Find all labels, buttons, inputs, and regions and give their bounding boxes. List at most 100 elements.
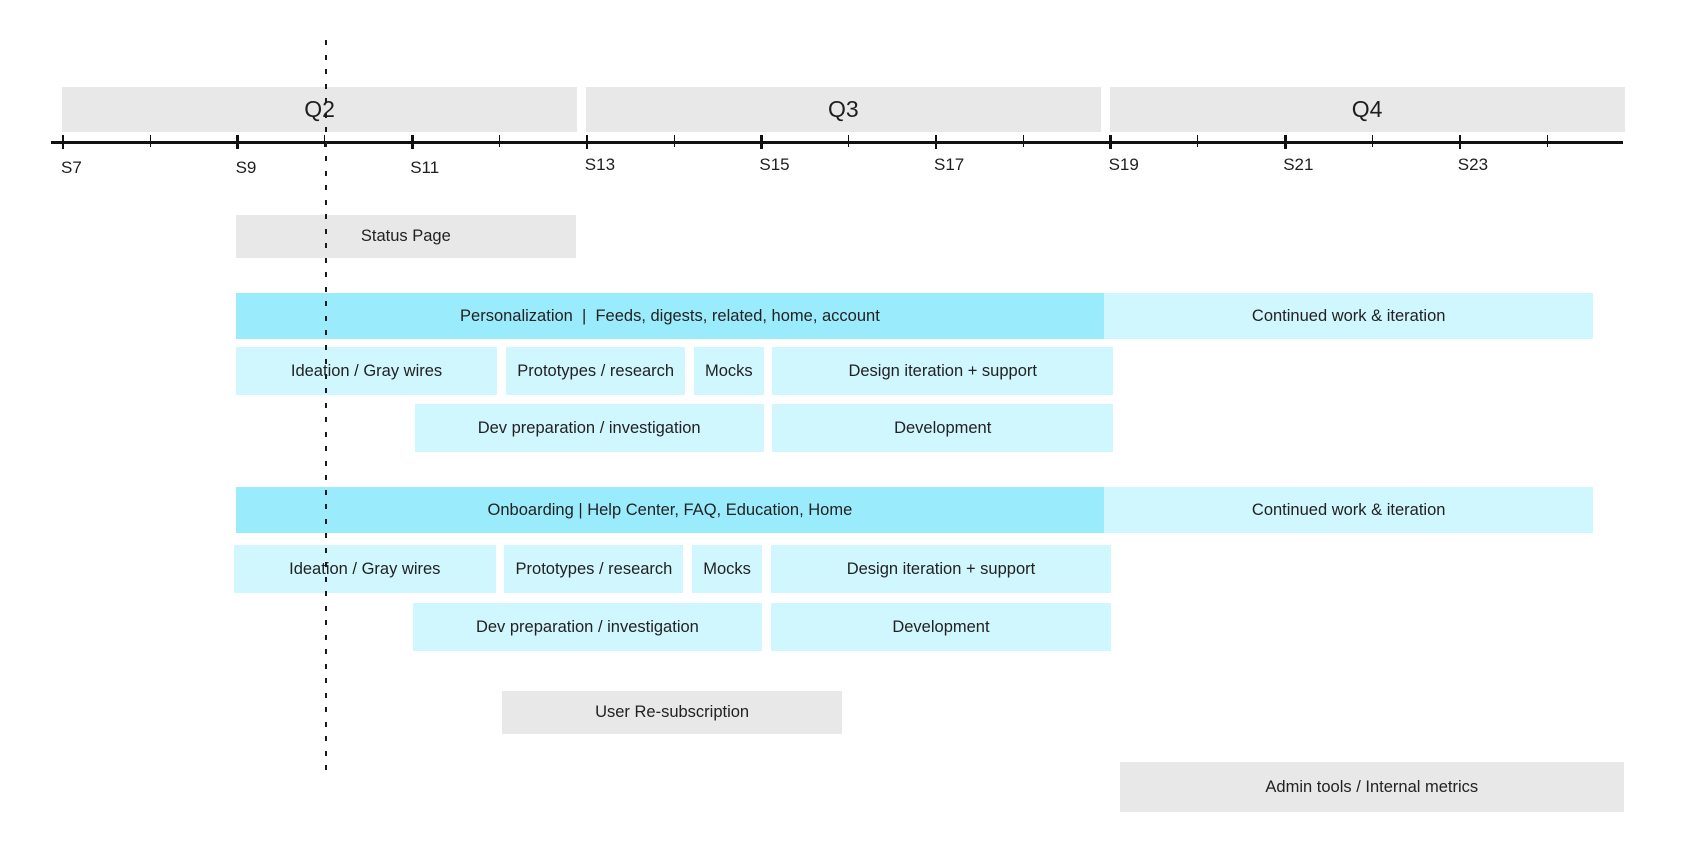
today-marker-dot bbox=[324, 315, 328, 321]
sprint-tick-s12 bbox=[498, 135, 501, 147]
today-marker-dot bbox=[324, 214, 328, 219]
task-user-resubscription[interactable]: User Re-subscription bbox=[501, 691, 843, 734]
today-marker-dot bbox=[324, 721, 328, 727]
task-p-ideation[interactable]: Ideation / Gray wires bbox=[235, 347, 498, 395]
task-label: Mocks bbox=[703, 559, 751, 578]
sprint-tick-s9 bbox=[236, 135, 239, 149]
quarter-q3: Q3 bbox=[585, 87, 1101, 132]
today-marker-dot bbox=[324, 504, 328, 509]
sprint-tick-s21 bbox=[1284, 135, 1287, 149]
today-marker-dot bbox=[324, 707, 328, 712]
task-p-mocks[interactable]: Mocks bbox=[693, 347, 764, 395]
today-marker-dot bbox=[324, 663, 328, 669]
sprint-tick-s22 bbox=[1371, 135, 1374, 147]
today-marker-dot bbox=[324, 330, 328, 335]
today-marker-dot bbox=[324, 141, 328, 147]
task-label: Ideation / Gray wires bbox=[289, 559, 441, 578]
today-marker-dot bbox=[324, 40, 328, 45]
sprint-label-s21: S21 bbox=[1283, 155, 1314, 174]
sprint-tick-s11 bbox=[411, 135, 414, 149]
task-label: Dev preparation / investigation bbox=[477, 418, 701, 437]
task-o-design-iteration[interactable]: Design iteration + support bbox=[770, 545, 1112, 593]
today-marker-dot bbox=[324, 736, 328, 741]
today-marker-dot bbox=[324, 547, 328, 553]
task-label: Design iteration + support bbox=[846, 559, 1036, 578]
today-marker-dot bbox=[324, 301, 328, 306]
sprint-tick-s13 bbox=[585, 135, 589, 149]
today-marker-dot bbox=[324, 765, 328, 770]
today-marker-dot bbox=[324, 460, 328, 466]
today-marker-dot bbox=[324, 562, 328, 567]
sprint-label-s17: S17 bbox=[934, 155, 965, 174]
task-label: Admin tools / Internal metrics bbox=[1265, 777, 1479, 796]
sprint-label-s9: S9 bbox=[235, 158, 257, 177]
today-marker-dot bbox=[324, 156, 328, 161]
sprint-label-s13: S13 bbox=[584, 155, 616, 174]
task-label: Continued work & iteration bbox=[1251, 306, 1446, 325]
task-admin-tools[interactable]: Admin tools / Internal metrics bbox=[1119, 762, 1624, 812]
today-marker-dot bbox=[324, 678, 328, 683]
task-personalization-continued[interactable]: Continued work & iteration bbox=[1104, 293, 1594, 339]
today-marker-dot bbox=[324, 750, 328, 756]
today-marker-dot bbox=[324, 54, 328, 60]
sprint-tick-s17 bbox=[934, 135, 938, 149]
today-marker-dot bbox=[324, 605, 328, 611]
task-o-dev-prep[interactable]: Dev preparation / investigation bbox=[412, 603, 762, 651]
task-label: Dev preparation / investigation bbox=[475, 617, 699, 636]
task-onboarding-epic[interactable]: Onboarding | Help Center, FAQ, Education… bbox=[235, 487, 1105, 533]
quarter-q4: Q4 bbox=[1109, 87, 1625, 132]
sprint-label-s11: S11 bbox=[410, 158, 440, 177]
today-marker-dot bbox=[324, 402, 328, 408]
today-marker-dot bbox=[324, 591, 328, 596]
today-marker-dot bbox=[324, 649, 328, 654]
sprint-label-s7: S7 bbox=[61, 158, 82, 177]
task-o-mocks[interactable]: Mocks bbox=[692, 545, 762, 593]
today-marker-dot bbox=[324, 634, 328, 640]
quarter-q2: Q2 bbox=[62, 87, 578, 132]
today-marker-dot bbox=[324, 518, 328, 524]
today-marker-dot bbox=[324, 388, 328, 393]
sprint-tick-s24 bbox=[1546, 135, 1548, 147]
today-marker-dot bbox=[324, 127, 328, 132]
task-p-dev-prep[interactable]: Dev preparation / investigation bbox=[414, 404, 764, 452]
today-marker-dot bbox=[324, 286, 328, 292]
sprint-tick-s8 bbox=[149, 135, 151, 147]
task-p-prototypes[interactable]: Prototypes / research bbox=[506, 347, 686, 395]
task-label: Development bbox=[892, 617, 990, 636]
today-marker-dot bbox=[324, 69, 328, 74]
task-label: Prototypes / research bbox=[515, 559, 673, 578]
sprint-tick-s15 bbox=[760, 135, 763, 149]
task-label: User Re-subscription bbox=[595, 703, 750, 721]
today-marker-dot bbox=[324, 344, 328, 350]
task-label: Mocks bbox=[705, 361, 753, 380]
task-onboarding-continued[interactable]: Continued work & iteration bbox=[1104, 487, 1594, 533]
sprint-tick-s20 bbox=[1197, 135, 1199, 147]
task-label: Onboarding | Help Center, FAQ, Education… bbox=[487, 500, 853, 519]
sprint-label-s23: S23 bbox=[1457, 155, 1489, 174]
task-o-development[interactable]: Development bbox=[770, 603, 1112, 651]
today-marker-dot bbox=[324, 489, 328, 495]
task-p-design-iteration[interactable]: Design iteration + support bbox=[772, 347, 1113, 395]
today-marker-dot bbox=[324, 185, 328, 190]
today-marker-dot bbox=[324, 620, 328, 625]
today-marker-dot bbox=[324, 576, 328, 582]
task-label: Ideation / Gray wires bbox=[290, 361, 443, 380]
task-p-development[interactable]: Development bbox=[772, 404, 1113, 452]
today-marker-dot bbox=[324, 692, 328, 698]
today-marker-dot bbox=[324, 373, 328, 379]
sprint-tick-s7 bbox=[61, 135, 65, 149]
today-marker-dot bbox=[324, 83, 328, 89]
timeline-axis bbox=[51, 141, 1623, 144]
today-marker-dot bbox=[324, 359, 328, 364]
today-marker-dot bbox=[324, 446, 328, 451]
task-status-page[interactable]: Status Page bbox=[235, 215, 577, 258]
task-label: Development bbox=[894, 418, 992, 437]
today-marker-dot bbox=[324, 98, 328, 103]
task-label: Status Page bbox=[360, 227, 451, 245]
task-label: Design iteration + support bbox=[848, 361, 1037, 380]
task-o-ideation[interactable]: Ideation / Gray wires bbox=[233, 545, 496, 593]
today-marker-dot bbox=[324, 228, 328, 234]
task-o-prototypes[interactable]: Prototypes / research bbox=[504, 545, 684, 593]
task-personalization-epic[interactable]: Personalization | Feeds, digests, relate… bbox=[235, 293, 1105, 339]
today-marker-dot bbox=[324, 112, 328, 118]
